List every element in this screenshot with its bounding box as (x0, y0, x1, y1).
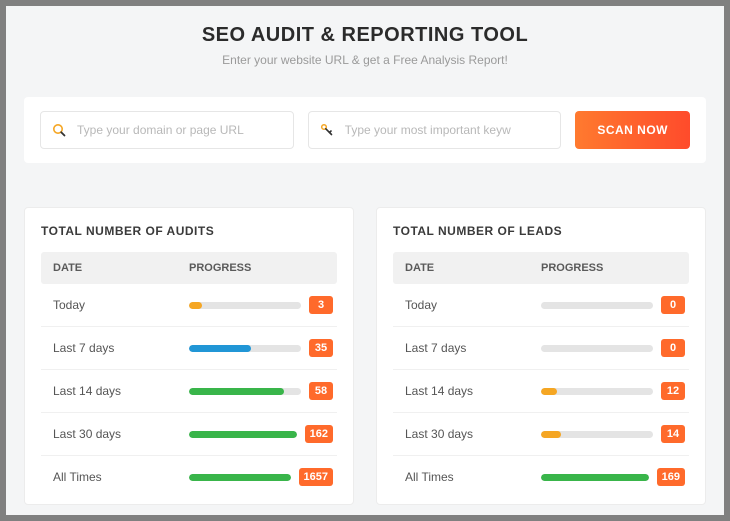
key-icon (319, 122, 335, 138)
count-badge: 0 (661, 339, 685, 357)
row-label: Last 7 days (397, 341, 541, 355)
row-progress: 0 (541, 339, 685, 357)
count-badge: 0 (661, 296, 685, 314)
row-label: All Times (45, 470, 189, 484)
col-date: DATE (53, 262, 189, 274)
table-row: Last 30 days 14 (393, 413, 689, 456)
table-row: Last 7 days 35 (41, 327, 337, 370)
row-progress: 58 (189, 382, 333, 400)
progress-track (189, 302, 301, 309)
stats-panel: TOTAL NUMBER OF AUDITS DATEPROGRESS Today 3… (24, 207, 354, 505)
count-badge: 35 (309, 339, 333, 357)
row-progress: 1657 (189, 468, 333, 486)
stats-panel: TOTAL NUMBER OF LEADSDATEPROGRESSToday0L… (376, 207, 706, 505)
keyword-input[interactable] (345, 123, 551, 137)
row-progress: 14 (541, 425, 685, 443)
page-subtitle: Enter your website URL & get a Free Anal… (24, 53, 706, 67)
col-progress: PROGRESS (189, 262, 325, 274)
table-row: Last 14 days 58 (41, 370, 337, 413)
row-label: Last 7 days (45, 341, 189, 355)
count-badge: 162 (305, 425, 333, 443)
table-row: Today 3 (41, 284, 337, 327)
progress-track (541, 345, 653, 352)
count-badge: 169 (657, 468, 685, 486)
table-header: DATEPROGRESS (41, 252, 337, 284)
row-label: Last 30 days (397, 427, 541, 441)
scan-button[interactable]: SCAN NOW (575, 111, 690, 149)
progress-fill (541, 431, 561, 438)
progress-track (541, 388, 653, 395)
hero: SEO AUDIT & REPORTING TOOL Enter your we… (24, 24, 706, 67)
row-label: Last 14 days (45, 384, 189, 398)
count-badge: 3 (309, 296, 333, 314)
domain-input[interactable] (77, 123, 283, 137)
count-badge: 14 (661, 425, 685, 443)
table-row: Last 30 days 162 (41, 413, 337, 456)
table-row: Last 7 days 0 (393, 327, 689, 370)
progress-track (541, 474, 649, 481)
progress-track (541, 431, 653, 438)
progress-track (541, 302, 653, 309)
search-bar: SCAN NOW (24, 97, 706, 163)
table-header: DATEPROGRESS (393, 252, 689, 284)
progress-track (189, 345, 301, 352)
progress-fill (541, 474, 649, 481)
col-progress: PROGRESS (541, 262, 677, 274)
app-root: SEO AUDIT & REPORTING TOOL Enter your we… (6, 6, 724, 515)
progress-track (189, 431, 297, 438)
row-progress: 12 (541, 382, 685, 400)
row-progress: 0 (541, 296, 685, 314)
table-row: Last 14 days 12 (393, 370, 689, 413)
row-label: All Times (397, 470, 541, 484)
count-badge: 58 (309, 382, 333, 400)
col-date: DATE (405, 262, 541, 274)
progress-fill (189, 302, 202, 309)
keyword-input-wrap[interactable] (308, 111, 562, 149)
panel-title: TOTAL NUMBER OF AUDITS (41, 224, 337, 238)
search-icon (51, 122, 67, 138)
progress-track (189, 388, 301, 395)
progress-fill (189, 388, 284, 395)
row-label: Today (45, 298, 189, 312)
panel-title: TOTAL NUMBER OF LEADS (393, 224, 689, 238)
page-title: SEO AUDIT & REPORTING TOOL (24, 24, 706, 47)
row-label: Last 30 days (45, 427, 189, 441)
count-badge: 12 (661, 382, 685, 400)
row-progress: 162 (189, 425, 333, 443)
progress-fill (189, 474, 291, 481)
row-progress: 3 (189, 296, 333, 314)
row-progress: 35 (189, 339, 333, 357)
domain-input-wrap[interactable] (40, 111, 294, 149)
table-row: All Times 1657 (41, 456, 337, 498)
count-badge: 1657 (299, 468, 333, 486)
row-progress: 169 (541, 468, 685, 486)
progress-track (189, 474, 291, 481)
table-row: Today 0 (393, 284, 689, 327)
progress-fill (541, 388, 557, 395)
table-row: All Times 169 (393, 456, 689, 498)
row-label: Last 14 days (397, 384, 541, 398)
progress-fill (189, 431, 297, 438)
progress-fill (189, 345, 251, 352)
panels: TOTAL NUMBER OF AUDITSDATEPROGRESSToday3… (24, 207, 706, 505)
row-label: Today (397, 298, 541, 312)
